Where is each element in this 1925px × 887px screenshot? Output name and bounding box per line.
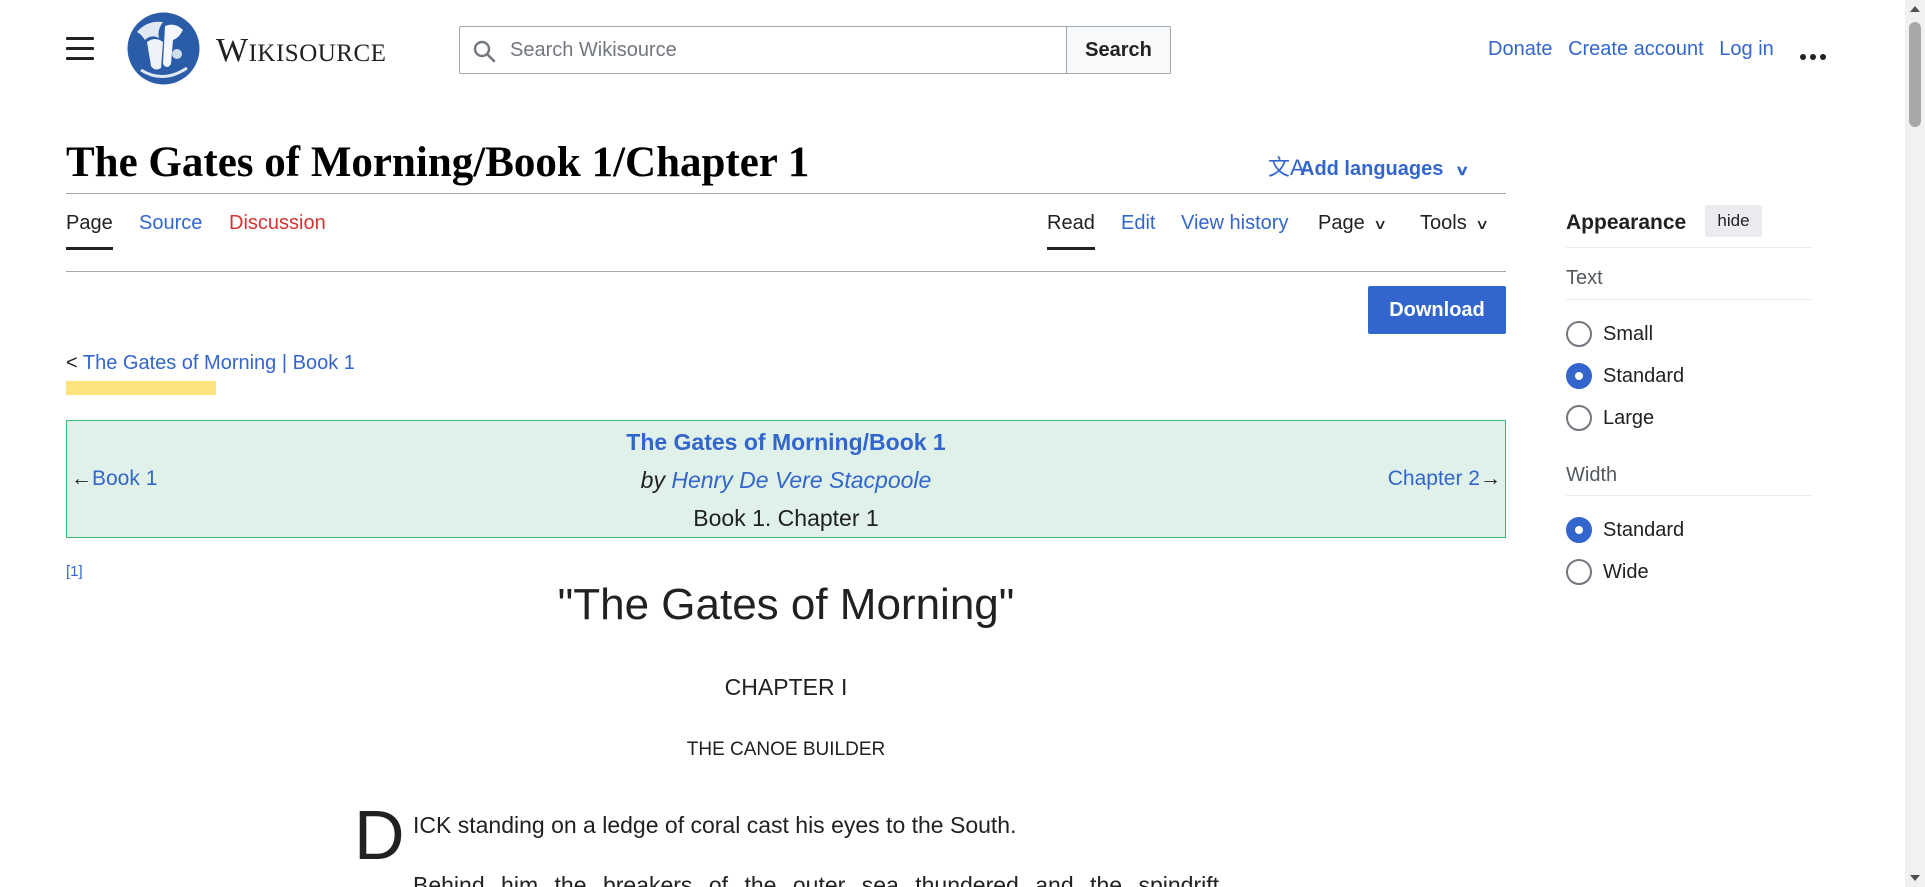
breadcrumb-separator: |	[276, 352, 293, 374]
previous-link[interactable]: ←Book 1	[71, 467, 157, 491]
scroll-down-arrow-icon[interactable]	[1910, 875, 1920, 881]
chapter-number: CHAPTER I	[724, 674, 848, 700]
chevron-down-icon: ∨	[1455, 162, 1470, 178]
chevron-down-icon: ∨	[1474, 216, 1490, 232]
main-menu-hamburger-icon[interactable]	[66, 37, 94, 61]
breadcrumb-prefix: <	[66, 352, 83, 374]
breadcrumb-book-link[interactable]: Book 1	[293, 352, 355, 374]
download-button[interactable]: Download	[1368, 286, 1506, 334]
chevron-down-icon: ∨	[1372, 216, 1388, 232]
breadcrumb-work-link[interactable]: The Gates of Morning	[83, 352, 276, 374]
tab-edit[interactable]: Edit	[1121, 212, 1155, 235]
add-languages-label: Add languages	[1300, 158, 1444, 180]
paragraph-1: ICK standing on a ledge of coral cast hi…	[413, 812, 1017, 838]
work-title-link[interactable]: The Gates of Morning/Book 1	[67, 429, 1505, 456]
tab-view-history[interactable]: View history	[1181, 212, 1288, 235]
title-divider	[66, 193, 1506, 194]
section-name: Book 1. Chapter 1	[693, 505, 879, 531]
translate-icon: 文A	[1268, 155, 1305, 180]
wikisource-wordmark[interactable]: WIKISOURCE	[216, 32, 386, 70]
highlight-bar	[66, 381, 216, 395]
search-box	[459, 26, 1067, 74]
page-scrollbar[interactable]	[1905, 0, 1925, 887]
radio-label: Standard	[1603, 519, 1685, 541]
page-title: The Gates of Morning/Book 1/Chapter 1	[66, 139, 810, 186]
hide-appearance-button[interactable]: hide	[1705, 205, 1762, 237]
page-menu-label: Page	[1318, 212, 1365, 234]
search-button[interactable]: Search	[1066, 26, 1171, 74]
wikisource-logo[interactable]	[127, 12, 200, 85]
search-icon	[473, 40, 496, 63]
width-heading: Width	[1566, 464, 1618, 486]
radio-label: Wide	[1603, 561, 1649, 583]
tab-source[interactable]: Source	[139, 212, 202, 235]
log-in-link[interactable]: Log in	[1719, 38, 1774, 60]
ellipsis-icon[interactable]	[1800, 47, 1830, 65]
search-input[interactable]	[510, 27, 1050, 73]
radio-width-wide[interactable]	[1566, 559, 1592, 585]
user-links: Donate Create account Log in	[1488, 38, 1784, 61]
footnote-reference[interactable]: [1]	[66, 563, 83, 580]
add-languages-button[interactable]: 文AAdd languages ∨	[1268, 150, 1470, 182]
breadcrumb: < The Gates of Morning | Book 1	[66, 352, 355, 375]
page-menu-dropdown[interactable]: Page ∨	[1318, 212, 1388, 235]
radio-label: Standard	[1603, 365, 1685, 387]
tools-menu-label: Tools	[1420, 212, 1467, 234]
appearance-divider	[1566, 247, 1812, 248]
width-heading-divider	[1566, 495, 1812, 496]
donate-link[interactable]: Donate	[1488, 38, 1553, 60]
work-author: by Henry De Vere Stacpoole	[67, 467, 1505, 494]
radio-small[interactable]	[1566, 321, 1592, 347]
radio-width-standard-checked[interactable]	[1566, 517, 1592, 543]
appearance-title: Appearance	[1566, 211, 1687, 234]
next-link[interactable]: Chapter 2→	[1388, 467, 1501, 491]
left-arrow-icon: ←	[71, 467, 92, 490]
paragraph-2: Behind him the breakers of the outer sea…	[413, 872, 1219, 887]
create-account-link[interactable]: Create account	[1568, 38, 1704, 60]
radio-label: Small	[1603, 323, 1654, 345]
right-arrow-icon: →	[1480, 467, 1501, 490]
tab-discussion[interactable]: Discussion	[229, 212, 326, 235]
tools-menu-dropdown[interactable]: Tools ∨	[1420, 212, 1490, 235]
chapter-subtitle: THE CANOE BUILDER	[686, 739, 886, 760]
radio-large[interactable]	[1566, 405, 1592, 431]
author-link[interactable]: Henry De Vere Stacpoole	[671, 467, 931, 493]
tab-page[interactable]: Page	[66, 212, 113, 250]
scrollbar-thumb[interactable]	[1909, 22, 1921, 127]
tabs-divider	[66, 271, 1506, 272]
text-heading-divider	[1566, 299, 1812, 300]
author-by: by	[640, 467, 665, 493]
previous-link-label[interactable]: Book 1	[92, 467, 157, 490]
radio-standard-checked[interactable]	[1566, 363, 1592, 389]
next-link-label[interactable]: Chapter 2	[1388, 467, 1480, 490]
tab-read[interactable]: Read	[1047, 212, 1095, 250]
radio-label: Large	[1603, 407, 1655, 429]
site-header: WIKISOURCE Search Donate Create account …	[0, 0, 1905, 100]
work-header-box: The Gates of Morning/Book 1 by Henry De …	[66, 420, 1506, 538]
scroll-up-arrow-icon[interactable]	[1910, 6, 1920, 12]
chapter-heading: "The Gates of Morning"	[557, 580, 1015, 629]
drop-cap: D	[354, 796, 405, 874]
text-size-heading: Text	[1566, 267, 1603, 289]
